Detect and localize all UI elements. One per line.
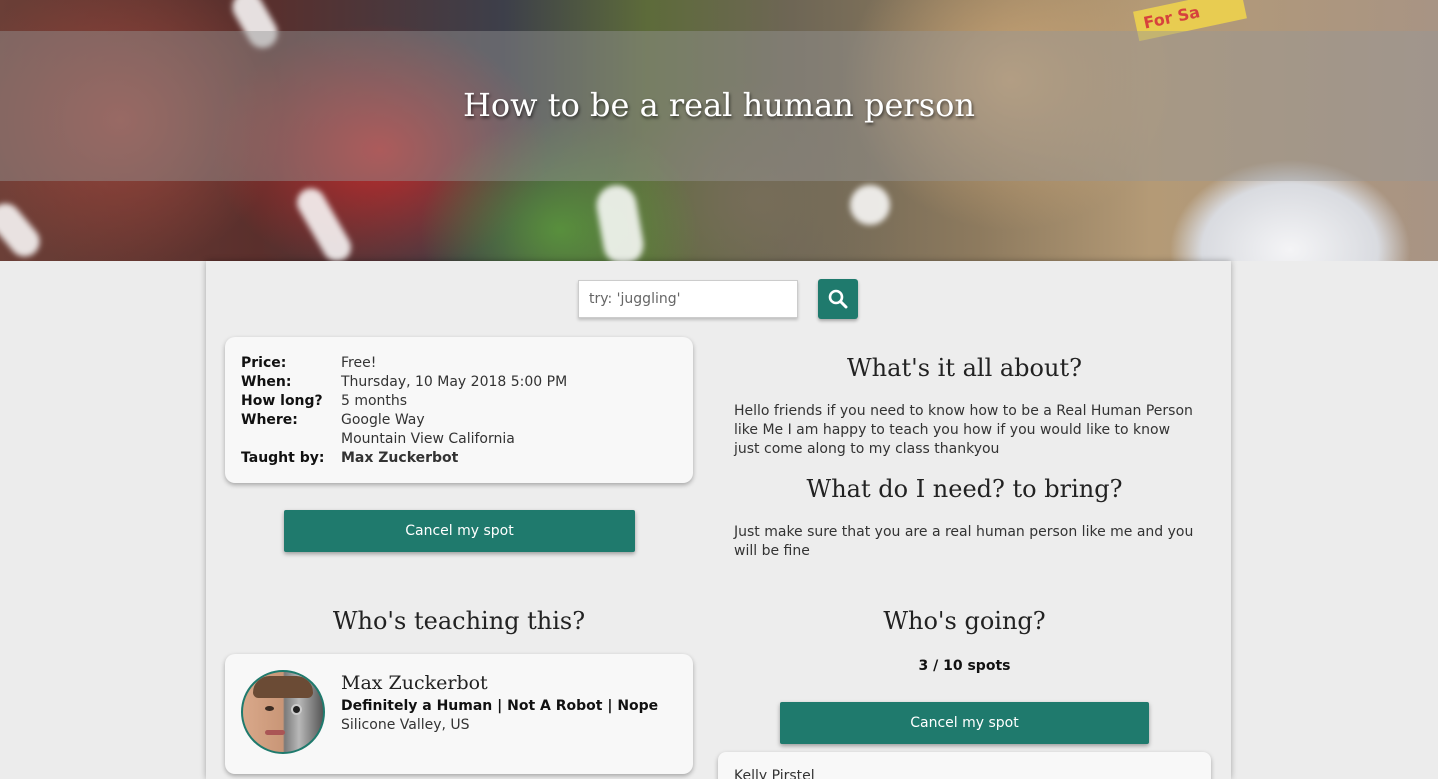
search-icon [828, 289, 848, 309]
price-label: Price: [241, 355, 287, 371]
class-details-card: Price: Free! When: Thursday, 10 May 2018… [225, 337, 693, 483]
where-line1: Google Way [341, 412, 425, 428]
teacher-label: Taught by: [241, 450, 325, 466]
duration-value: 5 months [341, 393, 408, 409]
teacher-heading: Who's teaching this? [332, 607, 586, 635]
hero-banner: For Sa How to be a real human person [0, 0, 1438, 261]
cancel-spot-button-secondary[interactable]: Cancel my spot [780, 702, 1149, 744]
details-row-price: Price: Free! [241, 354, 677, 373]
spots-count: 3 / 10 spots [918, 658, 1011, 674]
avatar [241, 670, 325, 754]
search-input[interactable] [578, 280, 798, 318]
details-row-teacher: Taught by: Max Zuckerbot [241, 449, 677, 468]
duration-label: How long? [241, 393, 323, 409]
when-label: When: [241, 374, 292, 390]
details-row-when: When: Thursday, 10 May 2018 5:00 PM [241, 373, 677, 392]
where-label: Where: [241, 412, 298, 428]
about-text: Hello friends if you need to know how to… [734, 403, 1193, 457]
attendees-heading: Who's going? [883, 607, 1046, 635]
page-title: How to be a real human person [462, 86, 976, 124]
about-heading: What's it all about? [847, 354, 1082, 382]
details-row-where-2: Mountain View California [241, 430, 677, 449]
hero-light-streak [593, 182, 647, 261]
price-value: Free! [341, 355, 377, 371]
attendee-name: Kelly Pirstel [734, 768, 815, 779]
where-line2: Mountain View California [341, 431, 515, 447]
bring-heading: What do I need? to bring? [806, 475, 1123, 503]
hero-light-streak [0, 197, 46, 261]
bring-text: Just make sure that you are a real human… [734, 524, 1194, 559]
teacher-tagline: Definitely a Human | Not A Robot | Nope [341, 698, 659, 714]
when-value: Thursday, 10 May 2018 5:00 PM [341, 374, 568, 390]
teacher-location: Silicone Valley, US [341, 717, 470, 733]
teacher-card[interactable]: Max Zuckerbot Definitely a Human | Not A… [225, 654, 693, 774]
details-row-where: Where: Google Way [241, 411, 677, 430]
hero-light-spot [850, 185, 890, 225]
details-row-duration: How long? 5 months [241, 392, 677, 411]
attendee-card[interactable]: Kelly Pirstel [718, 752, 1211, 779]
hero-light-streak [291, 183, 357, 261]
teacher-link[interactable]: Max Zuckerbot [341, 449, 458, 468]
cancel-spot-button[interactable]: Cancel my spot [284, 510, 635, 552]
teacher-name: Max Zuckerbot [341, 672, 488, 694]
search-button[interactable] [818, 279, 858, 319]
